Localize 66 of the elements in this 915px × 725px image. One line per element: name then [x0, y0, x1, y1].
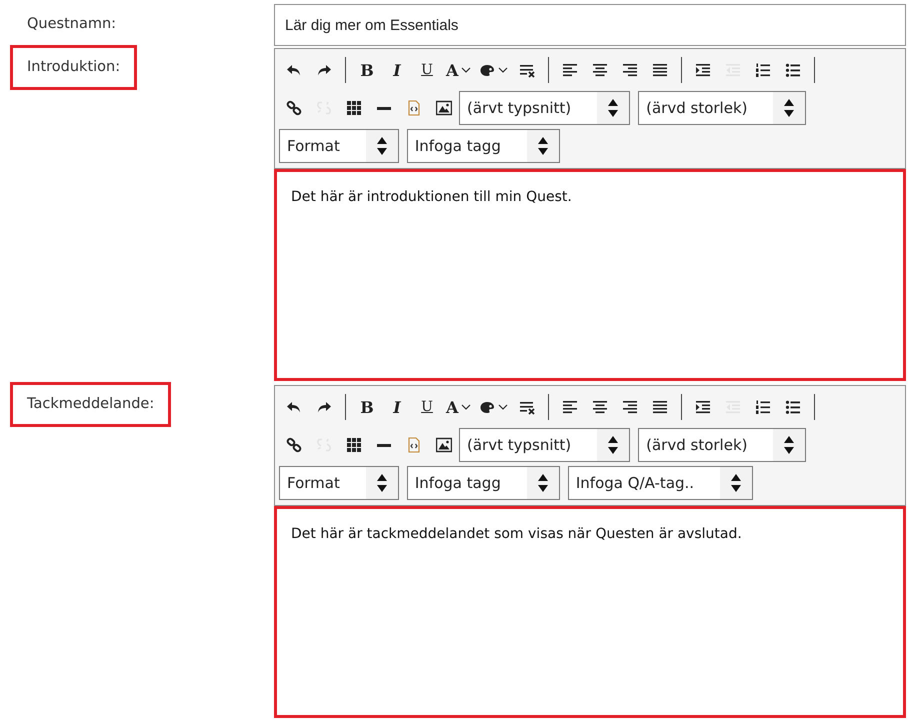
numbered-list-icon: [755, 399, 772, 415]
dropdown[interactable]: Infoga tagg: [406, 466, 560, 500]
underline-button[interactable]: U: [412, 393, 442, 421]
link-icon: [286, 437, 302, 453]
image-icon: [436, 100, 452, 116]
dropdown[interactable]: Infoga tagg: [406, 129, 560, 163]
redo-icon: [316, 62, 332, 78]
up-down-arrows-icon: [784, 436, 794, 454]
up-down-arrows-icon: [376, 137, 387, 155]
bold-button[interactable]: B: [352, 393, 382, 421]
code-file-icon: [406, 100, 422, 116]
text-color-button[interactable]: A: [442, 56, 476, 84]
palette-icon: [479, 399, 496, 415]
align-right-icon: [622, 399, 638, 415]
numbered-list-icon: [755, 62, 772, 78]
chevron-icon: [461, 403, 472, 411]
underline-button[interactable]: U: [412, 56, 442, 84]
up-down-arrows-icon: [538, 137, 548, 155]
editor-text[interactable]: Det här är tackmeddelandet som visas när Questen är avslutad.: [274, 506, 906, 718]
image-icon: [436, 437, 452, 453]
indent-icon: [695, 399, 712, 415]
align-center-icon: [592, 62, 608, 78]
code-file-icon: [406, 437, 422, 453]
grid-icon: [346, 437, 362, 453]
align-left-icon: [562, 399, 578, 415]
palette-icon: [479, 62, 496, 78]
up-down-arrows-icon: [376, 474, 387, 492]
undo-icon: [286, 62, 302, 78]
justify-icon: [652, 62, 668, 78]
chevron-icon: [498, 66, 508, 74]
editor-text[interactable]: Det här är introduktionen till min Quest.: [274, 169, 906, 381]
up-down-arrows-icon: [538, 474, 548, 492]
chevron-icon: [461, 66, 472, 74]
dropdown[interactable]: Infoga Q/A-tag..: [568, 466, 754, 500]
up-down-arrows-icon: [608, 436, 618, 454]
link-icon: [286, 100, 302, 116]
italic-button[interactable]: I: [382, 393, 412, 421]
bold-button[interactable]: B: [352, 56, 382, 84]
text-field[interactable]: Lär dig mer om Essentials: [274, 4, 906, 46]
bullet-list-icon: [785, 399, 802, 415]
dropdown[interactable]: Format: [279, 129, 399, 163]
up-down-arrows-icon: [784, 99, 794, 117]
justify-icon: [652, 399, 668, 415]
dropdown[interactable]: (ärvd storlek): [638, 428, 806, 462]
remove-format-icon: [519, 399, 536, 415]
dropdown[interactable]: Format: [279, 466, 399, 500]
dropdown[interactable]: (ärvt typsnitt): [459, 91, 630, 125]
align-center-icon: [592, 399, 608, 415]
undo-icon: [286, 399, 302, 415]
remove-format-icon: [519, 62, 536, 78]
field-label: Questnamn:: [26, 15, 118, 34]
dropdown[interactable]: (ärvd storlek): [638, 91, 806, 125]
redo-icon: [316, 399, 332, 415]
dropdown[interactable]: (ärvt typsnitt): [459, 428, 630, 462]
align-right-icon: [622, 62, 638, 78]
grid-icon: [346, 100, 362, 116]
field-label: Tackmeddelande:: [10, 382, 172, 427]
indent-icon: [695, 62, 712, 78]
up-down-arrows-icon: [608, 99, 618, 117]
align-left-icon: [562, 62, 578, 78]
italic-button[interactable]: I: [382, 56, 412, 84]
bullet-list-icon: [785, 62, 802, 78]
field-label: Introduktion:: [10, 45, 138, 90]
chevron-icon: [498, 403, 508, 411]
up-down-arrows-icon: [731, 474, 742, 492]
text-color-button[interactable]: A: [442, 393, 476, 421]
